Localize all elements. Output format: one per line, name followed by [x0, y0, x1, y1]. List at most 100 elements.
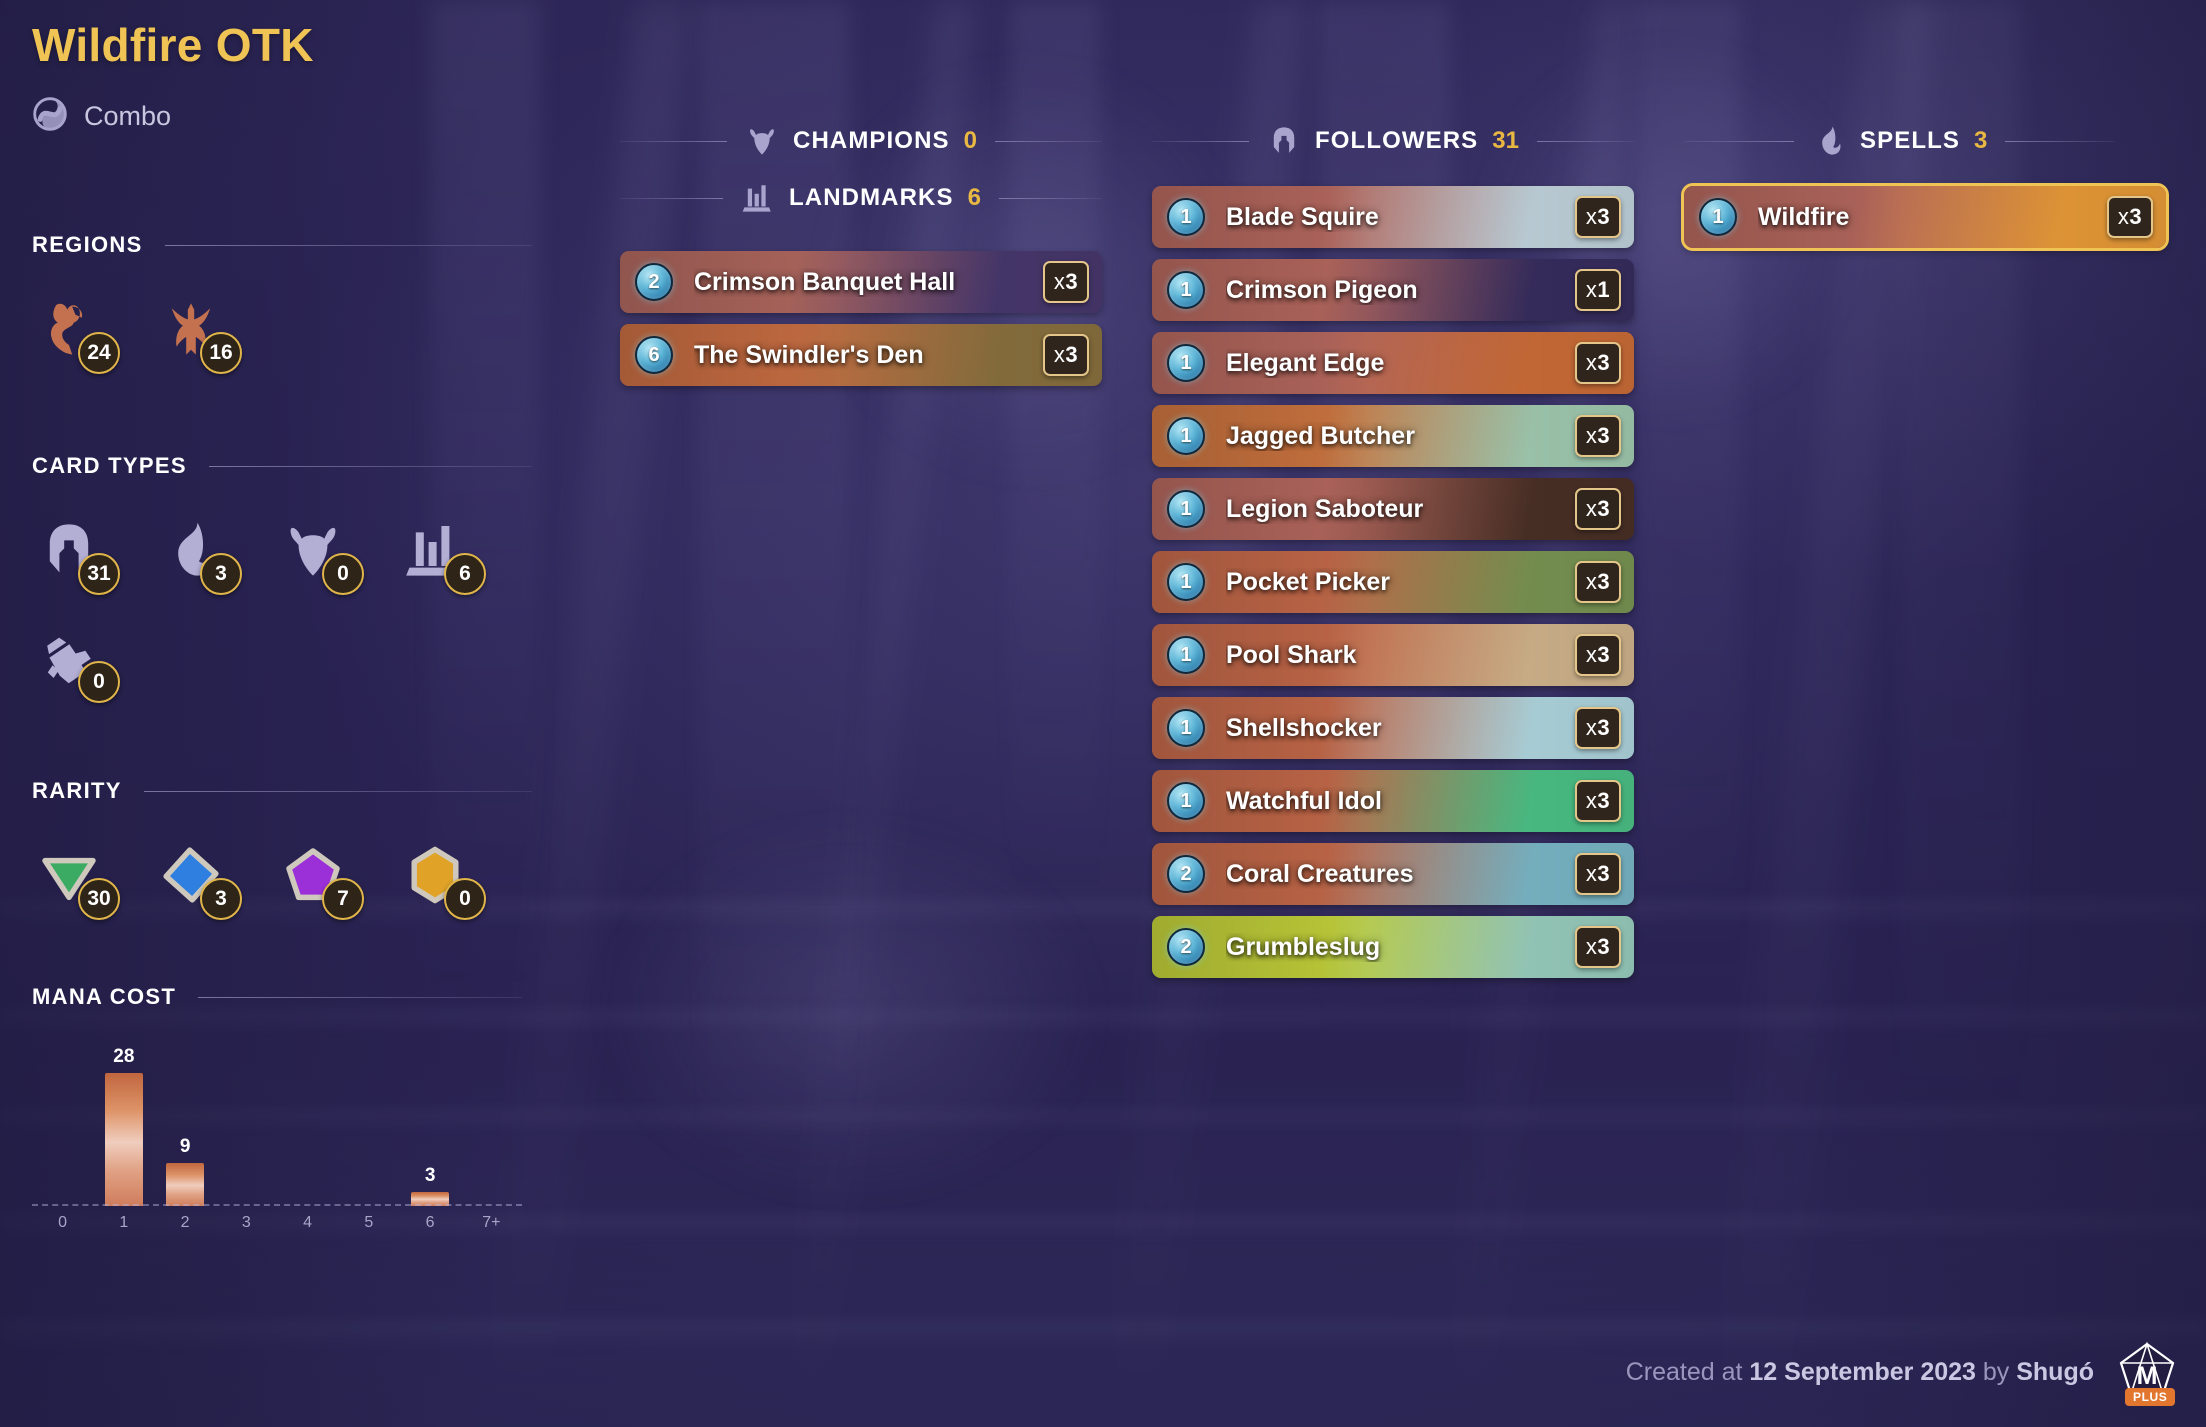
card-row[interactable]: 1Elegant Edgex3: [1152, 332, 1634, 394]
equipment-gauntlet-icon[interactable]: 0: [32, 621, 106, 695]
rarity-title: RARITY: [32, 778, 122, 804]
section-divider: [198, 997, 522, 998]
header-rule-right: [995, 141, 1102, 142]
regions-header: REGIONS: [32, 232, 532, 258]
champion-horned-helm-icon[interactable]: 0: [276, 513, 350, 587]
header-rule-left: [1684, 141, 1794, 142]
mana-cost-tick-label: 3: [216, 1214, 277, 1232]
card-list-landmarks: 2Crimson Banquet Hallx3 6 The Swindler's D…: [620, 251, 1102, 386]
section-divider: [209, 466, 532, 467]
mana-cost-tick-label: 0: [32, 1214, 93, 1232]
card-types-header: CARD TYPES: [32, 453, 532, 479]
card-name: Coral Creatures: [1226, 860, 1575, 889]
header-rule-right: [2005, 141, 2115, 142]
card-row[interactable]: 6 The Swindler's Denx3: [620, 324, 1102, 386]
card-row[interactable]: 1Pool Sharkx3: [1152, 624, 1634, 686]
card-row[interactable]: 1Jagged Butcherx3: [1152, 405, 1634, 467]
by-word: by: [1976, 1358, 2016, 1386]
brand-logo[interactable]: M PLUS: [2116, 1341, 2178, 1403]
created-prefix: Created at: [1626, 1358, 1750, 1386]
landmark-pillar-icon[interactable]: 6: [398, 513, 472, 587]
card-count-badge: x3: [1575, 415, 1621, 457]
created-credit: Created at 12 September 2023 by Shugó: [1626, 1358, 2094, 1387]
rarity-common-triangle-icon[interactable]: 30: [32, 838, 106, 912]
plus-badge: PLUS: [2125, 1388, 2175, 1406]
mana-cost-bar-value: 28: [113, 1046, 134, 1068]
card-row[interactable]: 2Grumbleslugx3: [1152, 916, 1634, 978]
card-count-badge: x3: [1043, 261, 1089, 303]
noxus-region-icon[interactable]: 16: [154, 292, 228, 366]
card-name: Pool Shark: [1226, 641, 1575, 670]
mana-cost-orb: 1: [1167, 782, 1205, 820]
mana-cost-bar-column: [461, 1046, 522, 1206]
mana-cost-bar-column: 3: [400, 1046, 461, 1206]
mana-cost-orb: 1: [1167, 563, 1205, 601]
rarity-icon-grid: 30 370: [32, 838, 532, 912]
column-spells: SPELLS 3 1Wildfirex3: [1684, 124, 2166, 248]
mana-cost-orb: 2: [1167, 855, 1205, 893]
card-types-title: CARD TYPES: [32, 453, 187, 479]
mana-cost-orb: 1: [1167, 271, 1205, 309]
mana-cost-orb: 1: [1167, 490, 1205, 528]
mana-cost-tick-label: 6: [400, 1214, 461, 1232]
header-rule-left: [620, 198, 723, 199]
spell-flame-icon[interactable]: 3: [154, 513, 228, 587]
card-row[interactable]: 1Crimson Pigeonx1: [1152, 259, 1634, 321]
card-row[interactable]: 1Pocket Pickerx3: [1152, 551, 1634, 613]
column-header-followers: FOLLOWERS 31: [1152, 124, 1634, 158]
card-count-badge: x3: [1575, 488, 1621, 530]
card-types-icon-grid: 313060: [32, 513, 532, 695]
count-badge: 0: [444, 878, 486, 920]
header-rule-left: [620, 141, 727, 142]
column-count-landmarks: 6: [968, 184, 981, 212]
regions-icon-grid: 24 16: [32, 292, 532, 366]
card-count-badge: x3: [1575, 853, 1621, 895]
count-badge: 16: [200, 332, 242, 374]
mana-cost-orb: 1: [1699, 198, 1737, 236]
follower-helm-icon[interactable]: 31: [32, 513, 106, 587]
count-badge: 3: [200, 553, 242, 595]
card-count-badge: x3: [2107, 196, 2153, 238]
card-row[interactable]: 1 Watchful Idolx3: [1152, 770, 1634, 832]
bilgewater-region-icon[interactable]: 24: [32, 292, 106, 366]
column-count-champions: 0: [964, 127, 977, 155]
rarity-rare-diamond-icon[interactable]: 3: [154, 838, 228, 912]
rarity-epic-pentagon-icon[interactable]: 7: [276, 838, 350, 912]
column-count-followers: 31: [1492, 127, 1519, 155]
mana-cost-bars: 2893: [32, 1046, 522, 1206]
card-count-badge: x3: [1575, 926, 1621, 968]
card-count-badge: x3: [1043, 334, 1089, 376]
card-name: The Swindler's Den: [694, 341, 1043, 370]
card-row[interactable]: 1Blade Squirex3: [1152, 186, 1634, 248]
card-row[interactable]: 2 Coral Creaturesx3: [1152, 843, 1634, 905]
deck-archetype: Combo: [32, 96, 314, 137]
column-champions: CHAMPIONS 0: [620, 124, 1102, 164]
card-list-spells: 1Wildfirex3: [1684, 186, 2166, 248]
count-badge: 3: [200, 878, 242, 920]
combo-swirl-icon: [32, 96, 68, 137]
mana-cost-orb: 2: [635, 263, 673, 301]
card-count-badge: x3: [1575, 780, 1621, 822]
card-name: Pocket Picker: [1226, 568, 1575, 597]
mana-cost-bar: [166, 1163, 204, 1206]
card-name: Watchful Idol: [1226, 787, 1575, 816]
card-row[interactable]: 1Shellshockerx3: [1152, 697, 1634, 759]
mana-cost-tick-label: 2: [155, 1214, 216, 1232]
column-title-followers: FOLLOWERS: [1315, 127, 1478, 155]
footer: Created at 12 September 2023 by Shugó M …: [1626, 1341, 2178, 1403]
mana-cost-orb: 1: [1167, 344, 1205, 382]
section-divider: [144, 791, 532, 792]
card-row[interactable]: 1Wildfirex3: [1684, 186, 2166, 248]
column-count-spells: 3: [1974, 127, 1987, 155]
mana-cost-header: MANA COST: [32, 984, 522, 1010]
mana-cost-bar-column: [216, 1046, 277, 1206]
card-count-badge: x3: [1575, 196, 1621, 238]
mana-cost-tick-label: 1: [93, 1214, 154, 1232]
count-badge: 0: [322, 553, 364, 595]
mana-cost-plot: 2893: [32, 1046, 522, 1206]
rarity-champion-hexagon-icon[interactable]: 0: [398, 838, 472, 912]
card-row[interactable]: 2Crimson Banquet Hallx3: [620, 251, 1102, 313]
mana-cost-orb: 6: [635, 336, 673, 374]
champion-horned-helm-icon: [745, 124, 779, 158]
card-row[interactable]: 1Legion Saboteurx3: [1152, 478, 1634, 540]
